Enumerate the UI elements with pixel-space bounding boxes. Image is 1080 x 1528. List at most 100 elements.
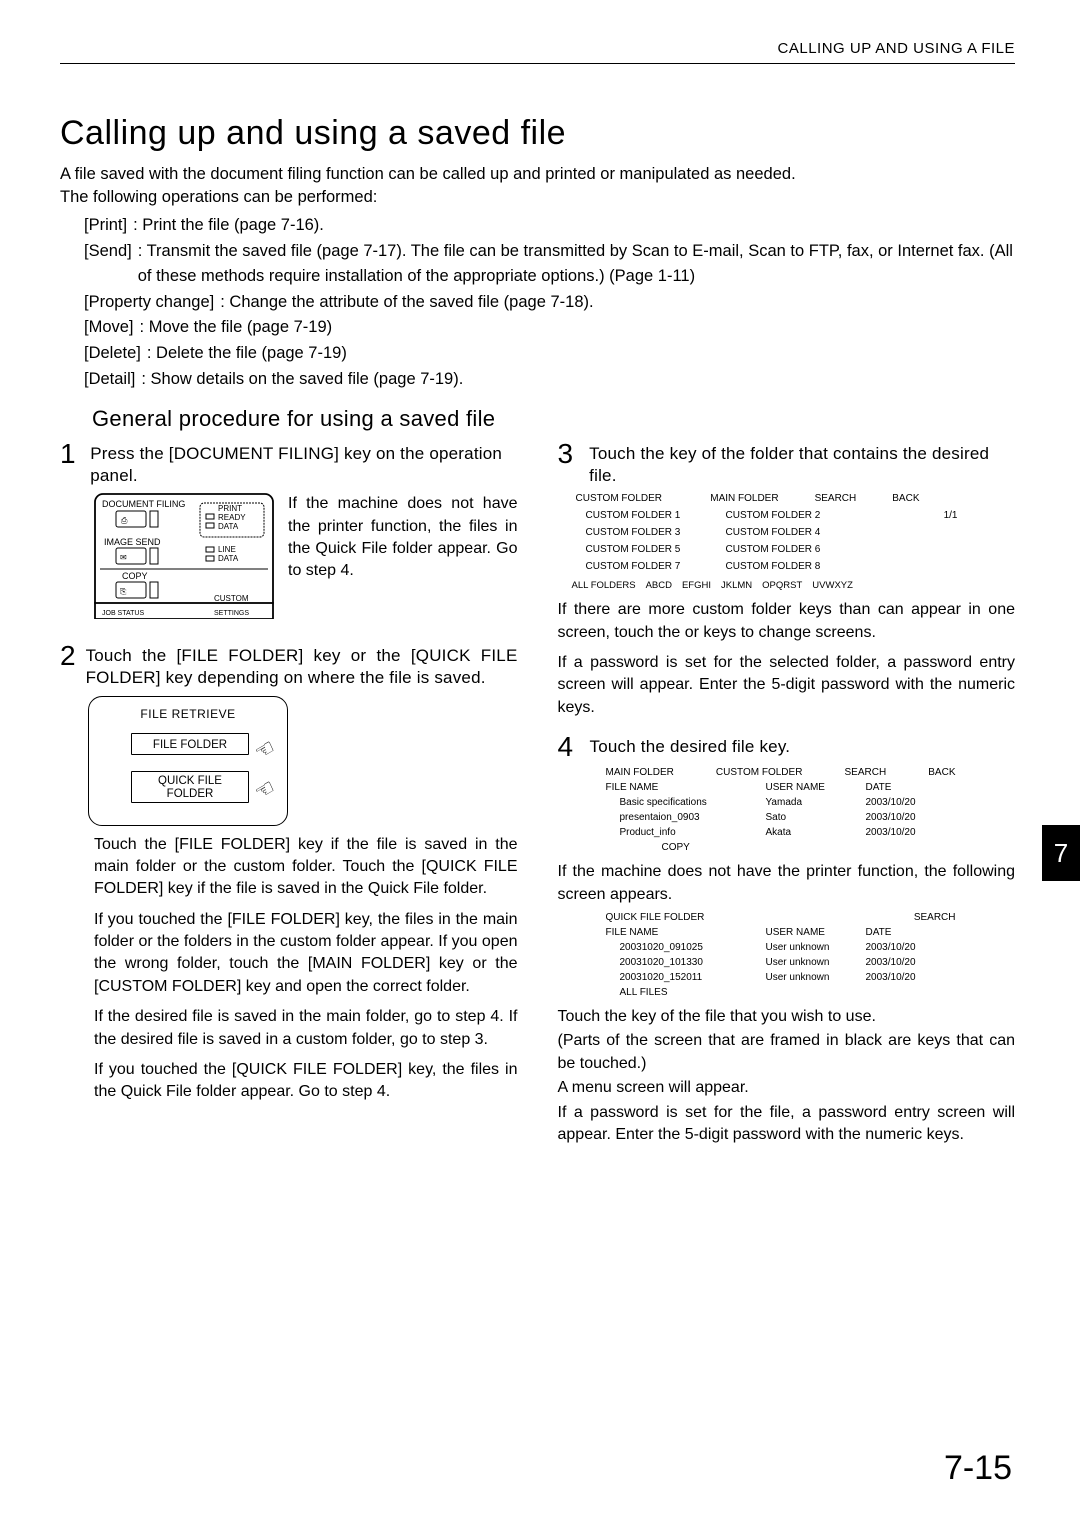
op-move-text: : Move the file (page 7-19) xyxy=(140,315,333,341)
folder-key[interactable]: CUSTOM FOLDER 6 xyxy=(726,544,846,555)
step-1: 1 Press the [DOCUMENT FILING] key on the… xyxy=(60,440,518,487)
col-header: FILE NAME xyxy=(606,927,756,938)
file-folder-button[interactable]: FILE FOLDER xyxy=(131,733,249,755)
step-4-number: 4 xyxy=(558,733,580,761)
step-4-para-3: (Parts of the screen that are framed in … xyxy=(558,1030,1016,1075)
svg-text:⎙: ⎙ xyxy=(121,516,128,525)
page-title: Calling up and using a saved file xyxy=(60,114,1015,153)
op-detail-text: : Show details on the saved file (page 7… xyxy=(141,367,463,393)
main-folder-file-list: MAIN FOLDER CUSTOM FOLDER SEARCH BACK FI… xyxy=(602,767,962,853)
main-folder-button[interactable]: MAIN FOLDER xyxy=(710,493,778,504)
alpha-tab[interactable]: ALL FOLDERS xyxy=(572,580,636,591)
alpha-tab[interactable]: OPQRST xyxy=(762,580,802,591)
folder-key[interactable]: CUSTOM FOLDER 3 xyxy=(586,527,706,538)
step-2-para-1: Touch the [FILE FOLDER] key if the file … xyxy=(94,834,518,901)
svg-text:LINE: LINE xyxy=(218,545,236,554)
folder-key[interactable]: CUSTOM FOLDER 5 xyxy=(586,544,706,555)
custom-folder-screen: CUSTOM FOLDER MAIN FOLDER SEARCH BACK CU… xyxy=(568,493,928,591)
back-button[interactable]: BACK xyxy=(892,493,919,504)
op-prop-label: [Property change] xyxy=(84,290,214,316)
retrieve-title: FILE RETRIEVE xyxy=(89,707,287,721)
step-4-note: If the machine does not have the printer… xyxy=(558,861,1016,906)
alpha-tab[interactable]: EFGHI xyxy=(682,580,711,591)
step-3-para-1: If there are more custom folder keys tha… xyxy=(558,599,1016,644)
folder-key[interactable]: CUSTOM FOLDER 7 xyxy=(586,561,706,572)
step-3: 3 Touch the key of the folder that conta… xyxy=(558,440,1016,487)
svg-text:IMAGE SEND: IMAGE SEND xyxy=(104,537,161,547)
step-3-para-2: If a password is set for the selected fo… xyxy=(558,652,1016,719)
screen3-title: CUSTOM FOLDER xyxy=(576,493,663,504)
file-row[interactable]: Basic specificationsYamada2003/10/20 xyxy=(602,797,962,808)
panel-doc-filing: DOCUMENT FILING xyxy=(102,499,185,509)
svg-text:COPY: COPY xyxy=(122,571,148,581)
right-column: 3 Touch the key of the folder that conta… xyxy=(558,440,1016,1146)
step-2-para-4: If you touched the [QUICK FILE FOLDER] k… xyxy=(94,1059,518,1104)
step-4-para-4: A menu screen will appear. xyxy=(558,1077,1016,1099)
operation-panel-diagram: DOCUMENT FILING ⎙ PRINT READY DATA IMAGE… xyxy=(94,493,274,624)
svg-text:✉: ✉ xyxy=(120,553,127,562)
search-button[interactable]: SEARCH xyxy=(845,767,887,778)
header-rule xyxy=(60,63,1015,64)
folder-key[interactable]: CUSTOM FOLDER 1 xyxy=(586,510,706,521)
intro-line-1: A file saved with the document filing fu… xyxy=(60,163,1015,186)
step-1-text: Press the [DOCUMENT FILING] key on the o… xyxy=(90,440,517,487)
op-move-label: [Move] xyxy=(84,315,134,341)
list-tab[interactable]: CUSTOM FOLDER xyxy=(716,767,803,778)
search-button[interactable]: SEARCH xyxy=(815,493,857,504)
all-files-label[interactable]: ALL FILES xyxy=(620,987,756,998)
step-4-text: Touch the desired file key. xyxy=(590,733,791,758)
step-4: 4 Touch the desired file key. xyxy=(558,733,1016,761)
operation-list: [Print] : Print the file (page 7-16). [S… xyxy=(84,213,1015,392)
step-2: 2 Touch the [FILE FOLDER] key or the [QU… xyxy=(60,642,518,689)
file-row[interactable]: presentaion_0903Sato2003/10/20 xyxy=(602,812,962,823)
step-4-para-2: Touch the key of the file that you wish … xyxy=(558,1006,1016,1028)
step-2-para-2: If you touched the [FILE FOLDER] key, th… xyxy=(94,909,518,999)
file-row[interactable]: 20031020_091025User unknown2003/10/20 xyxy=(602,942,962,953)
svg-text:SETTINGS: SETTINGS xyxy=(214,610,249,617)
page-number: 7-15 xyxy=(944,1449,1012,1488)
col-header: DATE xyxy=(866,927,926,938)
alpha-tab[interactable]: ABCD xyxy=(646,580,672,591)
svg-text:READY: READY xyxy=(218,513,246,522)
list-tab[interactable]: MAIN FOLDER xyxy=(606,767,674,778)
step-2-para-3: If the desired file is saved in the main… xyxy=(94,1006,518,1051)
step-1-note: If the machine does not have the printer… xyxy=(288,493,518,583)
step-4-para-5: If a password is set for the file, a pas… xyxy=(558,1102,1016,1147)
op-del-text: : Delete the file (page 7-19) xyxy=(147,341,347,367)
svg-text:DATA: DATA xyxy=(218,554,239,563)
alpha-tab[interactable]: UVWXYZ xyxy=(812,580,853,591)
search-button[interactable]: SEARCH xyxy=(914,912,956,923)
file-row[interactable]: 20031020_152011User unknown2003/10/20 xyxy=(602,972,962,983)
op-send-label: [Send] xyxy=(84,239,132,290)
folder-key[interactable]: CUSTOM FOLDER 8 xyxy=(726,561,846,572)
hand-icon: ☜ xyxy=(250,773,280,805)
hand-icon: ☜ xyxy=(250,733,280,765)
folder-key[interactable]: CUSTOM FOLDER 2 xyxy=(726,510,846,521)
col-header: DATE xyxy=(866,782,926,793)
subheading: General procedure for using a saved file xyxy=(92,406,1015,432)
step-2-number: 2 xyxy=(60,642,76,670)
op-print-label: [Print] xyxy=(84,213,127,239)
intro-line-2: The following operations can be performe… xyxy=(60,186,1015,209)
file-retrieve-panel: FILE RETRIEVE FILE FOLDER QUICK FILE FOL… xyxy=(88,696,288,826)
op-detail-label: [Detail] xyxy=(84,367,135,393)
col-header: USER NAME xyxy=(766,927,856,938)
back-button[interactable]: BACK xyxy=(928,767,955,778)
svg-text:JOB STATUS: JOB STATUS xyxy=(102,610,144,617)
file-row[interactable]: 20031020_101330User unknown2003/10/20 xyxy=(602,957,962,968)
file-row[interactable]: Product_infoAkata2003/10/20 xyxy=(602,827,962,838)
running-head: CALLING UP AND USING A FILE xyxy=(60,40,1015,57)
svg-text:PRINT: PRINT xyxy=(218,504,242,513)
op-del-label: [Delete] xyxy=(84,341,141,367)
quick-file-folder-button[interactable]: QUICK FILE FOLDER xyxy=(131,771,249,803)
folder-key[interactable]: CUSTOM FOLDER 4 xyxy=(726,527,846,538)
list-title: QUICK FILE FOLDER xyxy=(606,912,705,923)
copy-label: COPY xyxy=(662,842,962,853)
step-3-text: Touch the key of the folder that contain… xyxy=(589,440,1015,487)
quick-file-list: QUICK FILE FOLDER SEARCH FILE NAME USER … xyxy=(602,912,962,998)
op-send-text: : Transmit the saved file (page 7-17). T… xyxy=(138,239,1015,290)
col-header: FILE NAME xyxy=(606,782,756,793)
step-1-number: 1 xyxy=(60,440,80,468)
page-indicator: 1/1 xyxy=(944,510,958,521)
alpha-tab[interactable]: JKLMN xyxy=(721,580,752,591)
